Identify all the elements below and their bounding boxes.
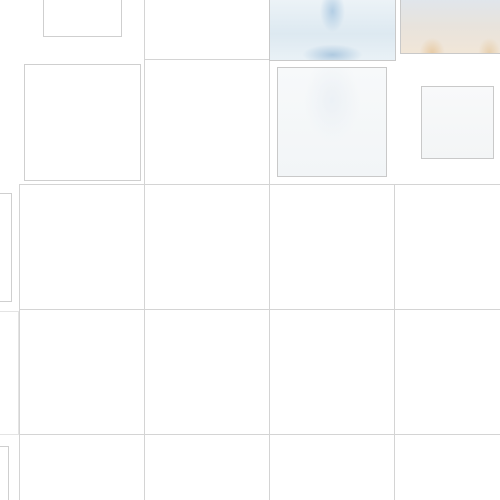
thumb-r0-c0[interactable] bbox=[43, 0, 122, 37]
thumb-r0-c3[interactable] bbox=[400, 0, 500, 54]
grid-cell[interactable] bbox=[270, 185, 394, 309]
grid-cell[interactable] bbox=[270, 310, 394, 434]
thumb-r1-c0[interactable] bbox=[24, 64, 141, 181]
thumb-r1-c2[interactable] bbox=[277, 67, 387, 177]
grid-cell[interactable] bbox=[20, 435, 144, 500]
thumb-left-edge-2[interactable] bbox=[0, 446, 9, 500]
grid-cell[interactable] bbox=[395, 435, 500, 500]
grid-cell[interactable] bbox=[145, 60, 269, 184]
grid-cell[interactable] bbox=[20, 185, 144, 309]
grid-cell[interactable] bbox=[270, 435, 394, 500]
grid-cell[interactable] bbox=[145, 185, 269, 309]
thumb-left-edge-1[interactable] bbox=[0, 193, 12, 302]
thumbnail-grid bbox=[0, 0, 500, 500]
grid-cell[interactable] bbox=[145, 0, 269, 59]
thumb-left-edge-3[interactable] bbox=[0, 311, 19, 435]
thumb-r1-c3[interactable] bbox=[421, 86, 494, 159]
grid-cell[interactable] bbox=[145, 435, 269, 500]
grid-cell[interactable] bbox=[395, 310, 500, 434]
grid-cell[interactable] bbox=[20, 310, 144, 434]
grid-cell[interactable] bbox=[145, 310, 269, 434]
grid-cell[interactable] bbox=[395, 185, 500, 309]
thumb-r0-c2[interactable] bbox=[269, 0, 396, 61]
